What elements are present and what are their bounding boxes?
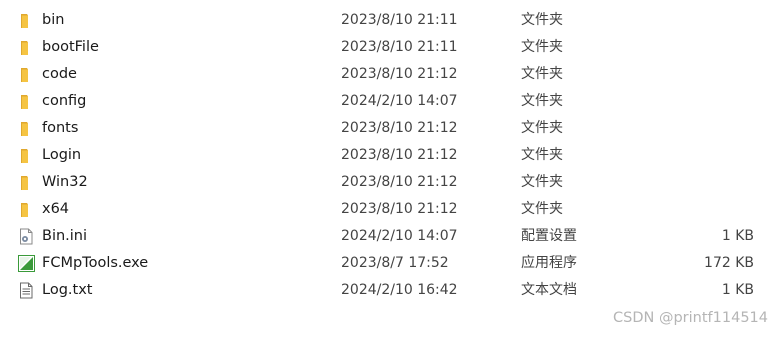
file-modified: 2024/2/10 16:42: [341, 282, 458, 298]
text-file-icon: [18, 282, 35, 299]
file-size: 172 KB: [704, 255, 754, 271]
file-type: 文件夹: [521, 39, 563, 55]
file-type: 文件夹: [521, 147, 563, 163]
file-modified: 2024/2/10 14:07: [341, 93, 458, 109]
file-type: 文件夹: [521, 66, 563, 82]
file-type: 文件夹: [521, 174, 563, 190]
file-row-login[interactable]: Login 2023/8/10 21:12 文件夹: [0, 142, 784, 169]
file-name: code: [42, 66, 77, 82]
file-name: x64: [42, 201, 70, 217]
folder-icon: [18, 201, 35, 218]
file-row-x64[interactable]: x64 2023/8/10 21:12 文件夹: [0, 196, 784, 223]
folder-icon: [18, 147, 35, 164]
application-icon: [18, 255, 35, 272]
file-row-log-txt[interactable]: Log.txt 2024/2/10 16:42 文本文档 1 KB: [0, 277, 784, 304]
folder-icon: [18, 12, 35, 29]
file-row-config[interactable]: config 2024/2/10 14:07 文件夹: [0, 88, 784, 115]
file-modified: 2024/2/10 14:07: [341, 228, 458, 244]
file-type: 文件夹: [521, 93, 563, 109]
file-type: 文件夹: [521, 12, 563, 28]
file-name: bin: [42, 12, 65, 28]
file-type: 文件夹: [521, 120, 563, 136]
file-row-fonts[interactable]: fonts 2023/8/10 21:12 文件夹: [0, 115, 784, 142]
file-row-bootfile[interactable]: bootFile 2023/8/10 21:11 文件夹: [0, 34, 784, 61]
file-modified: 2023/8/10 21:11: [341, 39, 458, 55]
file-name: Win32: [42, 174, 88, 190]
file-modified: 2023/8/10 21:11: [341, 12, 458, 28]
folder-icon: [18, 174, 35, 191]
folder-icon: [18, 66, 35, 83]
file-name: Login: [42, 147, 82, 163]
file-type: 文件夹: [521, 201, 563, 217]
file-row-bin-ini[interactable]: Bin.ini 2024/2/10 14:07 配置设置 1 KB: [0, 223, 784, 250]
file-name: config: [42, 93, 87, 109]
file-modified: 2023/8/10 21:12: [341, 201, 458, 217]
file-name: Bin.ini: [42, 228, 88, 244]
watermark: CSDN @printf114514: [613, 310, 768, 326]
folder-icon: [18, 39, 35, 56]
file-type: 配置设置: [521, 228, 577, 244]
file-modified: 2023/8/7 17:52: [341, 255, 449, 271]
file-row-code[interactable]: code 2023/8/10 21:12 文件夹: [0, 61, 784, 88]
folder-icon: [18, 93, 35, 110]
file-row-bin[interactable]: bin 2023/8/10 21:11 文件夹: [0, 7, 784, 34]
file-name: fonts: [42, 120, 79, 136]
file-name: Log.txt: [42, 282, 93, 298]
file-modified: 2023/8/10 21:12: [341, 120, 458, 136]
settings-file-icon: [18, 228, 35, 245]
file-modified: 2023/8/10 21:12: [341, 174, 458, 190]
file-size: 1 KB: [721, 282, 754, 298]
file-name: FCMpTools.exe: [42, 255, 149, 271]
file-modified: 2023/8/10 21:12: [341, 147, 458, 163]
file-size: 1 KB: [721, 228, 754, 244]
file-type: 文本文档: [521, 282, 577, 298]
file-name: bootFile: [42, 39, 99, 55]
folder-icon: [18, 120, 35, 137]
file-row-win32[interactable]: Win32 2023/8/10 21:12 文件夹: [0, 169, 784, 196]
file-row-fcmptools-exe[interactable]: FCMpTools.exe 2023/8/7 17:52 应用程序 172 KB: [0, 250, 784, 277]
file-list: bin 2023/8/10 21:11 文件夹 bootFile 2023/8/…: [0, 7, 784, 304]
file-modified: 2023/8/10 21:12: [341, 66, 458, 82]
file-type: 应用程序: [521, 255, 577, 271]
